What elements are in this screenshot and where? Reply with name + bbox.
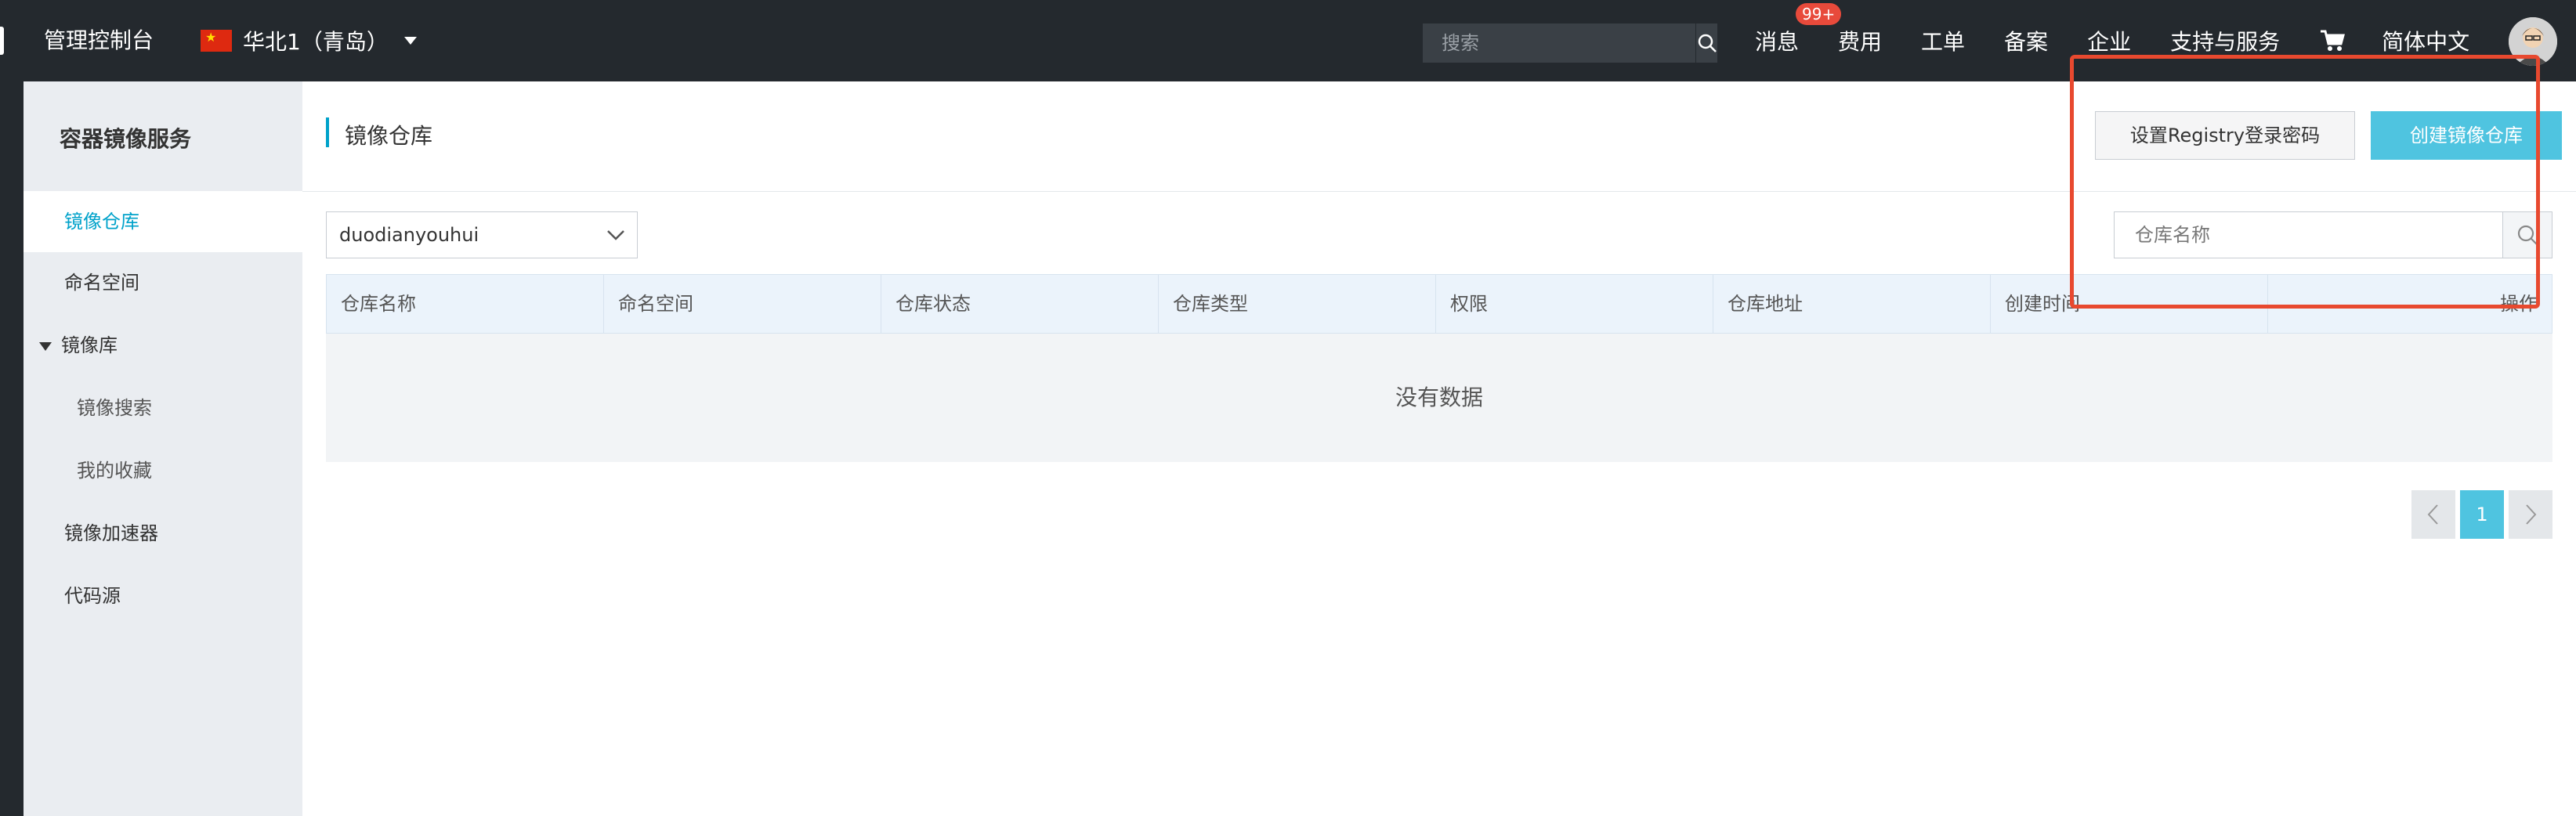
pagination: 1 (2411, 490, 2552, 539)
region-label: 华北1（青岛） (243, 29, 389, 55)
language-selector[interactable]: 简体中文 (2382, 25, 2469, 56)
expand-triangle-icon (39, 341, 52, 351)
chevron-down-icon (607, 230, 624, 240)
menu-edge-icon[interactable] (0, 27, 4, 55)
sidebar: 容器镜像服务 镜像仓库 命名空间 镜像库 镜像搜索 我的收藏 镜像加速器 代码源 (24, 81, 302, 816)
nav-enterprise[interactable]: 企业 (2087, 25, 2131, 56)
column-header-type[interactable]: 仓库类型 (1159, 275, 1436, 333)
sidebar-item-image-library[interactable]: 镜像库 (24, 315, 302, 376)
global-search (1423, 23, 1717, 63)
nav-billing[interactable]: 费用 (1838, 25, 1882, 56)
sidebar-item-image-search[interactable]: 镜像搜索 (24, 377, 302, 439)
page-number-current[interactable]: 1 (2460, 490, 2504, 539)
chevron-left-icon (2427, 504, 2438, 525)
nav-tickets[interactable]: 工单 (1921, 25, 1965, 56)
sidebar-item-accelerator[interactable]: 镜像加速器 (24, 503, 302, 564)
sidebar-item-favorites[interactable]: 我的收藏 (24, 440, 302, 501)
column-header-address[interactable]: 仓库地址 (1713, 275, 1991, 333)
console-home-link[interactable]: 管理控制台 (44, 23, 154, 55)
sidebar-item-code-source[interactable]: 代码源 (24, 565, 302, 626)
china-flag-icon: ★ (201, 30, 232, 52)
caret-down-icon (403, 37, 417, 45)
sidebar-item-namespaces[interactable]: 命名空间 (24, 252, 302, 313)
product-strip (0, 81, 24, 816)
global-search-input[interactable] (1423, 23, 1695, 63)
page-title: 镜像仓库 (345, 123, 433, 149)
sidebar-title: 容器镜像服务 (60, 126, 192, 152)
sidebar-item-repositories[interactable]: 镜像仓库 (24, 191, 302, 252)
nav-support[interactable]: 支持与服务 (2170, 25, 2280, 56)
next-page-button[interactable] (2509, 490, 2552, 539)
sidebar-item-label: 镜像库 (61, 334, 118, 356)
column-header-permission[interactable]: 权限 (1436, 275, 1713, 333)
namespace-select[interactable]: duodianyouhui (326, 211, 638, 258)
namespace-select-value: duodianyouhui (339, 224, 479, 246)
search-icon (1698, 34, 1717, 52)
column-header-status[interactable]: 仓库状态 (881, 275, 1159, 333)
table-empty-state: 没有数据 (326, 334, 2552, 462)
nav-messages[interactable]: 消息 99+ (1755, 3, 1842, 56)
cart-icon (2321, 30, 2346, 51)
title-accent-bar (326, 117, 329, 147)
highlight-annotation-box (2070, 55, 2540, 309)
column-header-namespace[interactable]: 命名空间 (604, 275, 881, 333)
column-header-repo-name[interactable]: 仓库名称 (327, 275, 604, 333)
search-button[interactable] (1695, 23, 1717, 63)
prev-page-button[interactable] (2411, 490, 2455, 539)
chevron-right-icon (2526, 504, 2537, 525)
nav-icp-filing[interactable]: 备案 (2004, 25, 2048, 56)
region-selector[interactable]: ★ 华北1（青岛） (201, 20, 417, 61)
nav-messages-label: 消息 (1755, 29, 1800, 55)
messages-count-badge: 99+ (1796, 3, 1842, 25)
cart-button[interactable] (2319, 29, 2346, 52)
